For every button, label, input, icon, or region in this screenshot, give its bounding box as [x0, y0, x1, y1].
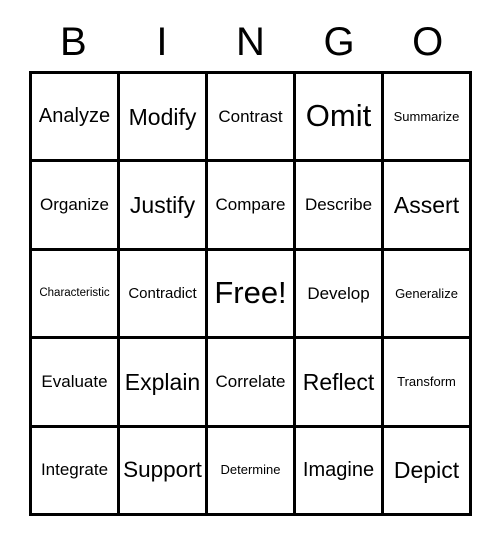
bingo-cell-label: Assert: [393, 192, 460, 219]
bingo-cell-label: Characteristic: [39, 287, 110, 300]
bingo-cell-label: Organize: [40, 195, 109, 215]
bingo-cell-label: Generalize: [395, 285, 458, 301]
bingo-cell[interactable]: Modify: [120, 74, 208, 163]
bingo-cell-label: Imagine: [302, 458, 375, 481]
bingo-cell-label: Transform: [397, 374, 456, 390]
bingo-cell[interactable]: Characteristic: [32, 250, 120, 340]
bingo-cell[interactable]: Develop: [296, 250, 384, 340]
bingo-cell-label: Compare: [215, 195, 286, 215]
bingo-cell[interactable]: Explain: [120, 339, 208, 428]
bingo-cell-label: Summarize: [393, 108, 460, 124]
bingo-header-letter-n: N: [236, 20, 265, 64]
bingo-grid: Analyze Modify Contrast Omit Summarize Organi…: [29, 71, 472, 516]
bingo-cell-label: Contradict: [128, 284, 197, 302]
bingo-cell-label: Contrast: [218, 106, 283, 126]
bingo-cell[interactable]: Justify: [120, 162, 208, 251]
bingo-cell-label: Depict: [393, 457, 460, 484]
bingo-cell-label: Correlate: [215, 371, 286, 391]
bingo-header-letter-i: I: [156, 20, 168, 64]
bingo-cell-label: Develop: [307, 283, 370, 303]
bingo-cell[interactable]: Imagine: [296, 427, 384, 516]
bingo-cell-label: Determine: [220, 462, 281, 478]
bingo-cell-label: Integrate: [40, 460, 109, 480]
bingo-cell[interactable]: Organize: [32, 162, 120, 251]
bingo-cell[interactable]: Correlate: [208, 339, 296, 428]
bingo-cell[interactable]: Omit: [296, 74, 384, 163]
bingo-cell[interactable]: Reflect: [296, 339, 384, 428]
bingo-cell-label: Describe: [304, 195, 373, 215]
bingo-cell[interactable]: Support: [120, 427, 208, 516]
bingo-header-letter-b: B: [59, 20, 87, 64]
bingo-cell-label: Justify: [129, 192, 196, 219]
bingo-cell[interactable]: Assert: [384, 162, 472, 251]
bingo-cell[interactable]: Evaluate: [32, 339, 120, 428]
bingo-cell-label: Analyze: [38, 105, 111, 128]
bingo-cell[interactable]: Integrate: [32, 427, 120, 516]
bingo-cell-label: Explain: [124, 368, 201, 395]
bingo-cell[interactable]: Determine: [208, 427, 296, 516]
bingo-cell[interactable]: Depict: [384, 427, 472, 516]
bingo-cell-label: Support: [123, 457, 202, 483]
bingo-cell[interactable]: Analyze: [32, 74, 120, 163]
bingo-header-row: B I N G O: [29, 13, 472, 71]
bingo-free-space-label: Free!: [214, 275, 287, 311]
bingo-cell[interactable]: Compare: [208, 162, 296, 251]
bingo-cell-label: Reflect: [302, 368, 375, 395]
bingo-cell[interactable]: Summarize: [384, 74, 472, 163]
bingo-cell[interactable]: Generalize: [384, 250, 472, 340]
bingo-cell[interactable]: Contradict: [120, 250, 208, 340]
bingo-cell-label: Modify: [128, 103, 197, 130]
bingo-header-letter-g: G: [323, 20, 355, 64]
bingo-free-space-cell[interactable]: Free!: [208, 250, 296, 340]
bingo-card: B I N G O Analyze Modify Contrast Omit Summa…: [0, 0, 501, 544]
bingo-cell[interactable]: Describe: [296, 162, 384, 251]
bingo-cell[interactable]: Transform: [384, 339, 472, 428]
bingo-cell-label: Omit: [305, 98, 372, 134]
bingo-header-letter-o: O: [412, 20, 444, 64]
bingo-cell-label: Evaluate: [41, 371, 108, 391]
bingo-cell[interactable]: Contrast: [208, 74, 296, 163]
